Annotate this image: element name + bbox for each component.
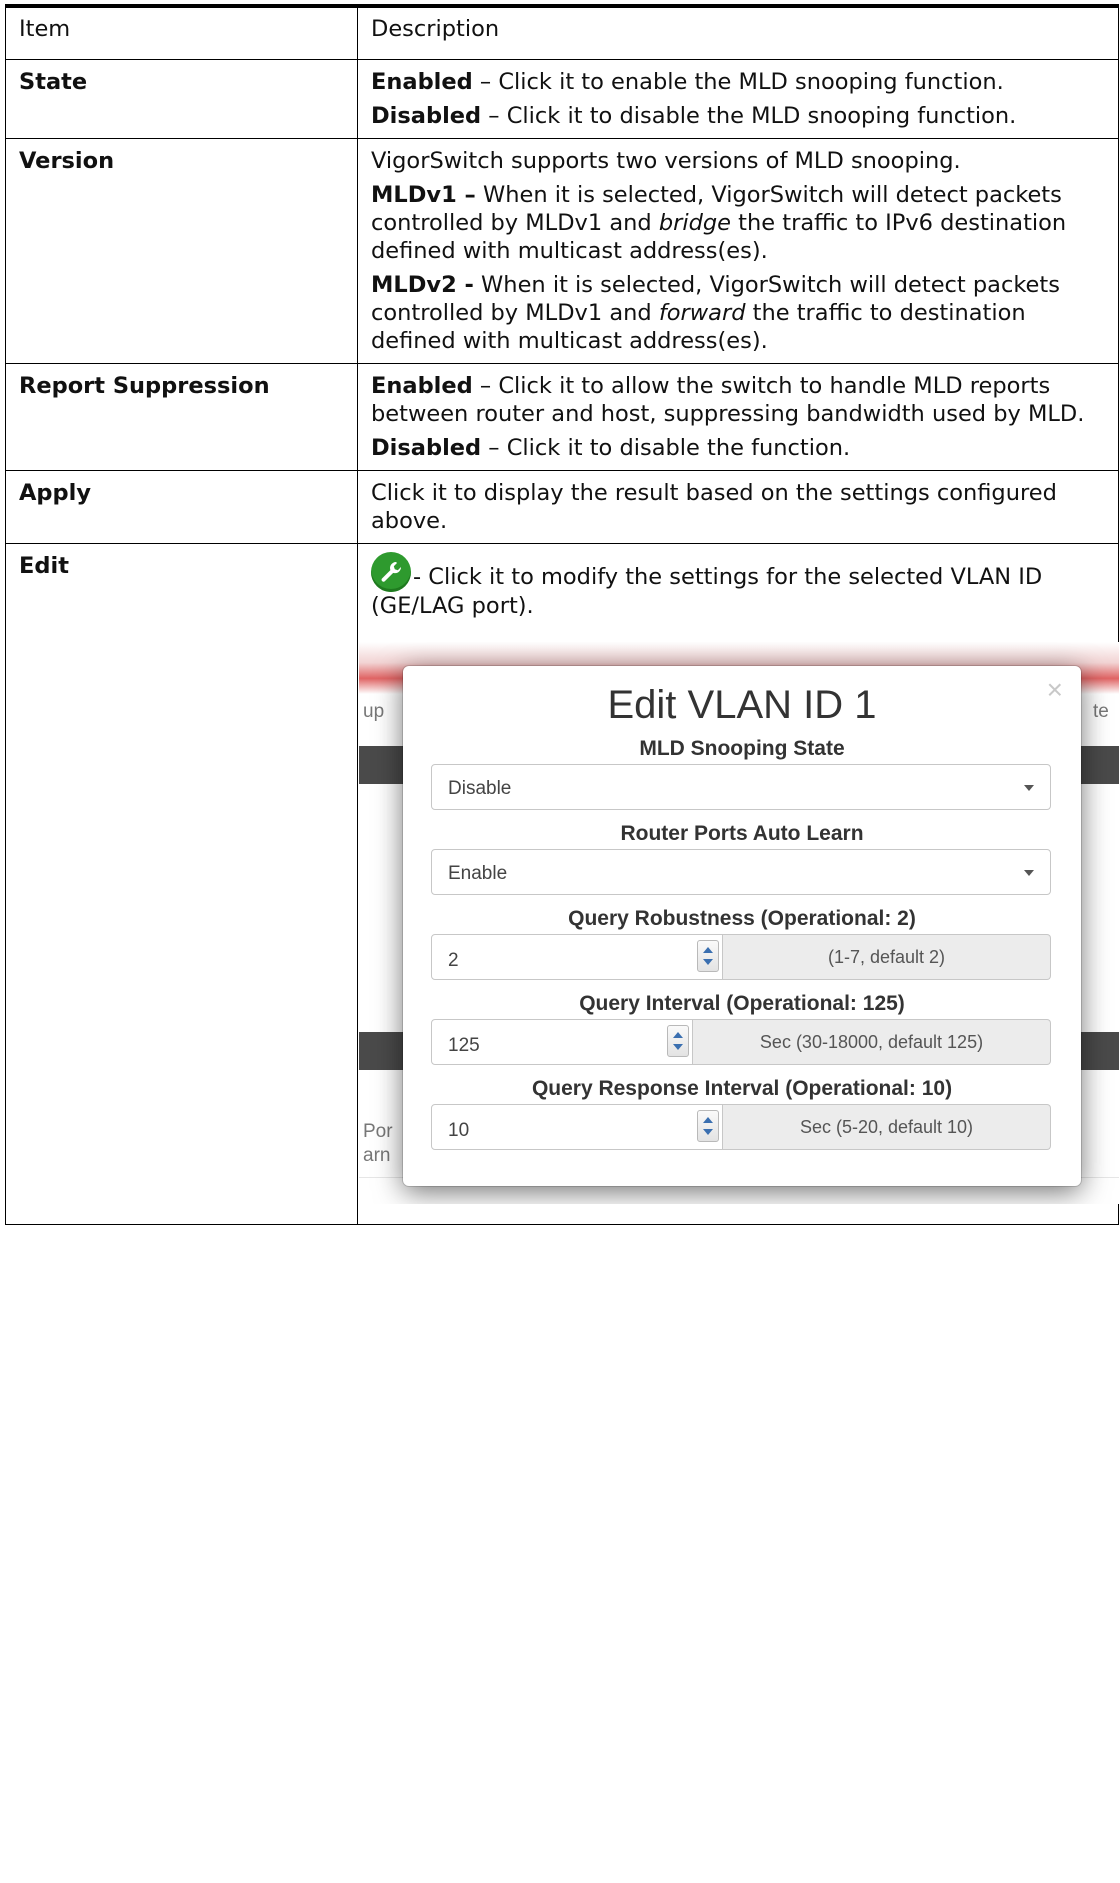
desc-edit: - Click it to modify the settings for th… — [357, 543, 1119, 1225]
header-item: Item — [5, 4, 358, 60]
query-interval-value: 125 — [448, 1035, 480, 1056]
desc-version: VigorSwitch supports two versions of MLD… — [357, 138, 1119, 364]
query-robustness-input[interactable]: 2 — [431, 934, 723, 980]
item-report-suppression: Report Suppression — [5, 363, 358, 471]
state-enabled-label: Enabled — [371, 69, 473, 95]
edit-dialog-screenshot: up te Por arn × Edit VLAN ID 1 MLD Snoop… — [359, 642, 1119, 1204]
query-robustness-field: 2 (1-7, default 2) — [431, 934, 1051, 980]
snooping-state-select[interactable]: Disable — [431, 764, 1051, 810]
edit-vlan-modal: × Edit VLAN ID 1 MLD Snooping State Disa… — [403, 666, 1081, 1186]
report-disabled-label: Disabled — [371, 435, 482, 461]
table-header-row: Item Description — [5, 4, 1119, 60]
desc-report-suppression: Enabled – Click it to allow the switch t… — [357, 363, 1119, 471]
query-response-label: Query Response Interval (Operational: 10… — [531, 1077, 953, 1100]
report-disabled-text: – Click it to disable the function. — [481, 435, 851, 461]
item-version: Version — [5, 138, 358, 364]
query-interval-label: Query Interval (Operational: 125) — [579, 992, 905, 1015]
apply-text: Click it to display the result based on … — [371, 480, 1057, 534]
version-v2-label: MLDv2 - — [371, 272, 474, 298]
bg-fragment: arn — [363, 1145, 391, 1166]
query-interval-hint: Sec (30-18000, default 125) — [693, 1019, 1051, 1065]
table-row-edit: Edit - Click it to modify the settings f… — [5, 543, 1119, 1225]
bg-fragment: up — [363, 701, 385, 722]
query-robustness-label: Query Robustness (Operational: 2) — [568, 907, 916, 930]
query-response-stepper[interactable] — [697, 1110, 719, 1142]
version-intro: VigorSwitch supports two versions of MLD… — [371, 148, 961, 174]
snooping-state-value: Disable — [448, 778, 512, 799]
desc-apply: Click it to display the result based on … — [357, 470, 1119, 544]
bg-fragment: te — [1093, 701, 1109, 722]
item-state: State — [5, 59, 358, 139]
query-response-hint: Sec (5-20, default 10) — [723, 1104, 1051, 1150]
router-ports-label: Router Ports Auto Learn — [620, 822, 864, 845]
table-row-version: Version VigorSwitch supports two version… — [5, 138, 1119, 364]
query-robustness-stepper[interactable] — [697, 940, 719, 972]
desc-state: Enabled – Click it to enable the MLD sno… — [357, 59, 1119, 139]
query-response-input[interactable]: 10 — [431, 1104, 723, 1150]
state-disabled-label: Disabled — [371, 103, 482, 129]
edit-text: - Click it to modify the settings for th… — [371, 564, 1043, 619]
report-enabled-label: Enabled — [371, 373, 473, 399]
query-response-field: 10 Sec (5-20, default 10) — [431, 1104, 1051, 1150]
wrench-icon — [371, 552, 411, 592]
item-edit: Edit — [5, 543, 358, 1225]
version-v1-label: MLDv1 – — [371, 182, 476, 208]
table-row-apply: Apply Click it to display the result bas… — [5, 470, 1119, 544]
query-response-value: 10 — [448, 1120, 470, 1141]
state-enabled-text: – Click it to enable the MLD snooping fu… — [472, 69, 1004, 95]
table-row-state: State Enabled – Click it to enable the M… — [5, 59, 1119, 139]
query-interval-field: 125 Sec (30-18000, default 125) — [431, 1019, 1051, 1065]
item-apply: Apply — [5, 470, 358, 544]
chevron-down-icon — [1024, 785, 1034, 791]
version-v2-em: forward — [658, 300, 746, 326]
modal-title: Edit VLAN ID 1 — [607, 683, 877, 727]
router-ports-select[interactable]: Enable — [431, 849, 1051, 895]
chevron-down-icon — [1024, 870, 1034, 876]
table-row-report-suppression: Report Suppression Enabled – Click it to… — [5, 363, 1119, 471]
query-interval-stepper[interactable] — [667, 1025, 689, 1057]
query-robustness-hint: (1-7, default 2) — [723, 934, 1051, 980]
header-description: Description — [357, 4, 1119, 60]
query-interval-input[interactable]: 125 — [431, 1019, 693, 1065]
report-enabled-text: – Click it to allow the switch to handle… — [371, 373, 1085, 427]
router-ports-value: Enable — [448, 863, 508, 884]
version-v1-em: bridge — [658, 210, 732, 236]
query-robustness-value: 2 — [448, 950, 459, 971]
description-table: Item Description State Enabled – Click i… — [5, 4, 1119, 1225]
snooping-state-label: MLD Snooping State — [639, 737, 845, 760]
state-disabled-text: – Click it to disable the MLD snooping f… — [481, 103, 1017, 129]
